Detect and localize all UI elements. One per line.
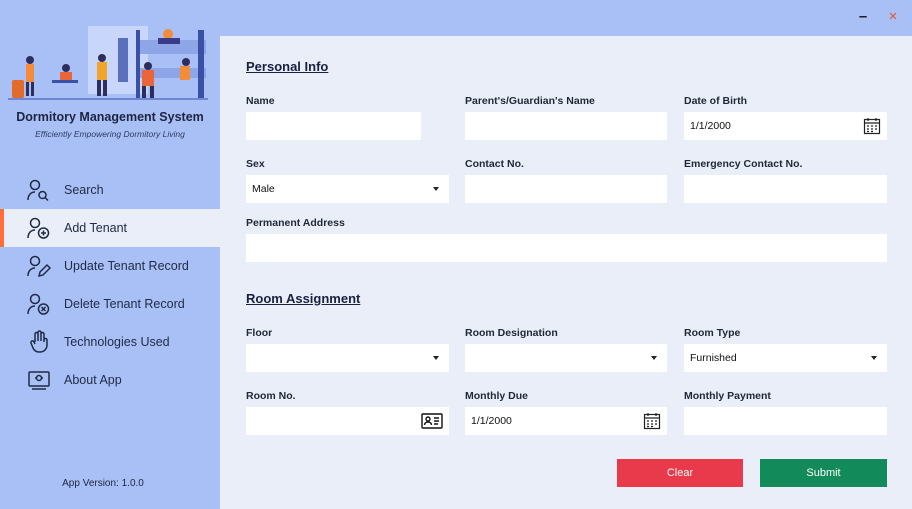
- date-of-birth-picker[interactable]: 1/1/2000: [684, 112, 887, 140]
- monthly-due-label: Monthly Due: [465, 390, 528, 402]
- submit-button[interactable]: Submit: [760, 459, 887, 487]
- user-add-icon: [26, 216, 52, 240]
- sex-label: Sex: [246, 158, 265, 170]
- sex-select[interactable]: Male: [246, 175, 449, 203]
- sidebar-item-add-tenant[interactable]: Add Tenant: [0, 209, 220, 247]
- name-label: Name: [246, 95, 275, 107]
- calendar-icon[interactable]: [863, 117, 881, 135]
- room-designation-label: Room Designation: [465, 327, 558, 339]
- room-type-select[interactable]: Furnished: [684, 344, 887, 372]
- room-type-label: Room Type: [684, 327, 741, 339]
- monthly-payment-label: Monthly Payment: [684, 390, 771, 402]
- sidebar-item-label: Search: [64, 183, 104, 197]
- sidebar-item-search[interactable]: Search: [0, 171, 220, 209]
- personal-info-title: Personal Info: [246, 59, 329, 74]
- permanent-address-input[interactable]: [246, 234, 887, 262]
- floor-label: Floor: [246, 327, 273, 339]
- sidebar-nav: Search Add Tenant Update Tenant Record D…: [0, 171, 220, 399]
- app-title: Dormitory Management System: [16, 110, 204, 124]
- floor-select[interactable]: [246, 344, 449, 372]
- hand-icon: [26, 330, 52, 354]
- emergency-contact-input[interactable]: [684, 175, 887, 203]
- id-card-icon[interactable]: [421, 413, 443, 429]
- user-delete-icon: [26, 292, 52, 316]
- permanent-address-label: Permanent Address: [246, 217, 345, 229]
- sidebar-item-label: Delete Tenant Record: [64, 297, 185, 311]
- user-search-icon: [26, 178, 52, 202]
- minimize-button[interactable]: –: [854, 8, 872, 26]
- app-window: – × Dormitory Management System Efficien…: [0, 0, 912, 509]
- sidebar-item-about-app[interactable]: About App: [0, 361, 220, 399]
- monthly-due-picker[interactable]: 1/1/2000: [465, 407, 667, 435]
- monthly-payment-input[interactable]: [684, 407, 887, 435]
- guardian-name-input[interactable]: [465, 112, 667, 140]
- date-of-birth-label: Date of Birth: [684, 95, 747, 107]
- sidebar-item-label: About App: [64, 373, 122, 387]
- room-designation-select[interactable]: [465, 344, 667, 372]
- emergency-contact-label: Emergency Contact No.: [684, 158, 803, 170]
- dormitory-illustration-logo: [8, 26, 208, 100]
- chevron-down-icon: [871, 356, 877, 360]
- name-input[interactable]: [246, 112, 421, 140]
- guardian-name-label: Parent's/Guardian's Name: [465, 95, 595, 107]
- room-no-input[interactable]: [246, 407, 449, 435]
- app-version: App Version: 1.0.0: [62, 478, 144, 489]
- contact-no-label: Contact No.: [465, 158, 524, 170]
- sidebar: Dormitory Management System Efficiently …: [0, 0, 220, 509]
- sidebar-item-label: Add Tenant: [64, 221, 128, 235]
- sidebar-item-delete-tenant-record[interactable]: Delete Tenant Record: [0, 285, 220, 323]
- contact-no-input[interactable]: [465, 175, 667, 203]
- chevron-down-icon: [433, 356, 439, 360]
- chevron-down-icon: [651, 356, 657, 360]
- user-edit-icon: [26, 254, 52, 278]
- clear-button[interactable]: Clear: [617, 459, 743, 487]
- calendar-icon[interactable]: [643, 412, 661, 430]
- sidebar-item-label: Update Tenant Record: [64, 259, 189, 273]
- info-card-icon: [26, 368, 52, 392]
- sidebar-item-technologies-used[interactable]: Technologies Used: [0, 323, 220, 361]
- sidebar-item-update-tenant-record[interactable]: Update Tenant Record: [0, 247, 220, 285]
- close-button[interactable]: ×: [884, 8, 902, 26]
- app-tagline: Efficiently Empowering Dormitory Living: [35, 129, 185, 139]
- sidebar-item-label: Technologies Used: [64, 335, 170, 349]
- room-assignment-title: Room Assignment: [246, 291, 361, 306]
- room-no-label: Room No.: [246, 390, 296, 402]
- chevron-down-icon: [433, 187, 439, 191]
